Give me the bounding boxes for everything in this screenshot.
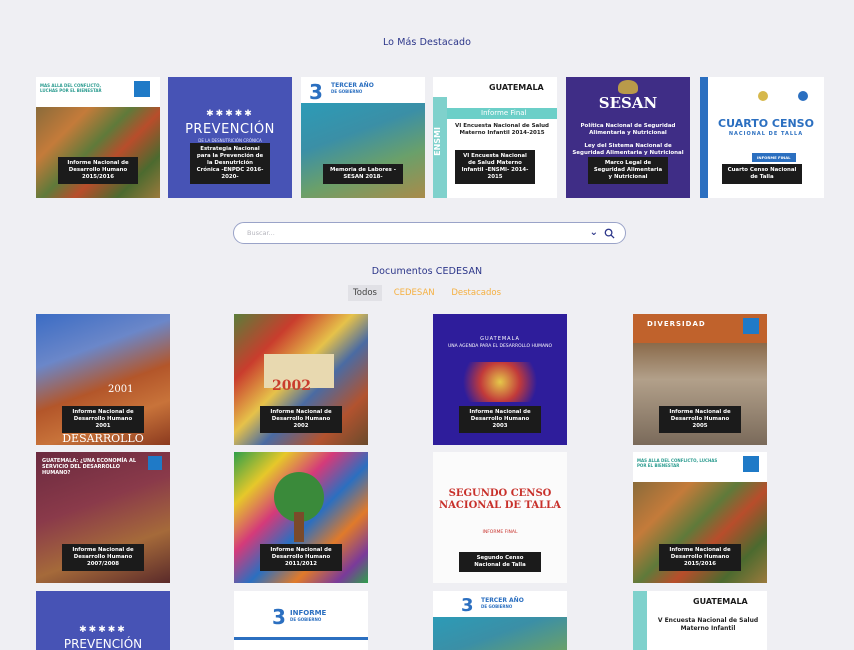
documents-title: Documentos CEDESAN	[371, 266, 483, 277]
featured-card-label: Marco Legal de Seguridad Alimentaria y N…	[588, 157, 668, 184]
document-card-label: Informe Nacional de Desarrollo Humano 20…	[260, 544, 342, 571]
undp-logo	[134, 81, 150, 97]
document-card-label: Informe Nacional de Desarrollo Humano 20…	[62, 406, 144, 433]
search-input[interactable]: Buscar... ⌄	[233, 222, 626, 244]
document-card[interactable]: MAS ALLA DEL CONFLICTO, LUCHAS POR EL BI…	[633, 452, 767, 583]
document-card-label: Informe Nacional de Desarrollo Humano 20…	[659, 544, 741, 571]
document-card-label: Informe Nacional de Desarrollo Humano 20…	[260, 406, 342, 433]
cover-image	[433, 617, 567, 650]
featured-card-label: Estrategia Nacional para la Prevención d…	[190, 143, 270, 184]
filter-all[interactable]: Todos	[348, 285, 382, 301]
document-card[interactable]: 3 INFORME DE GOBIERNO	[234, 591, 368, 650]
featured-card-label: Cuarto Censo Nacional de Talla	[722, 164, 802, 184]
undp-logo	[743, 318, 759, 334]
document-card[interactable]: GUATEMALA UNA AGENDA PARA EL DESARROLLO …	[433, 314, 567, 445]
featured-card[interactable]: SESAN Política Nacional de Seguridad Ali…	[566, 77, 690, 198]
featured-card[interactable]: MAS ALLA DEL CONFLICTO, LUCHAS POR EL BI…	[36, 77, 160, 198]
featured-card-label: Informe Nacional de Desarrollo Humano 20…	[58, 157, 138, 184]
document-card-label: Segundo Censo Nacional de Talla	[459, 552, 541, 572]
document-card[interactable]: DIVERSIDAD Informe Nacional de Desarroll…	[633, 314, 767, 445]
featured-card[interactable]: GUATEMALA ENSMI Informe Final VI Encuest…	[433, 77, 557, 198]
search-icon[interactable]	[604, 228, 615, 239]
cover-image	[36, 107, 160, 198]
undp-logo	[743, 456, 759, 472]
document-card-label: Informe Nacional de Desarrollo Humano 20…	[659, 406, 741, 433]
chevron-down-icon[interactable]: ⌄	[590, 227, 598, 238]
filter-cedesan[interactable]: CEDESAN	[389, 285, 440, 301]
document-card[interactable]: SEGUNDO CENSO NACIONAL DE TALLA INFORME …	[433, 452, 567, 583]
document-card-label: Informe Nacional de Desarrollo Humano 20…	[459, 406, 541, 433]
featured-card[interactable]: CUARTO CENSO NACIONAL DE TALLA INFORME F…	[700, 77, 824, 198]
featured-card[interactable]: ✱✱✱✱✱ PREVENCIÓN DE LA DESNUTRICIÓN CRÓN…	[168, 77, 292, 198]
featured-card-label: Memoria de Labores -SESAN 2018-	[323, 164, 403, 184]
filter-tabs: Todos CEDESAN Destacados	[0, 285, 854, 301]
document-card[interactable]: ✱✱✱✱✱ PREVENCIÓN	[36, 591, 170, 650]
document-card-label: Informe Nacional de Desarrollo Humano 20…	[62, 544, 144, 571]
featured-carousel: MAS ALLA DEL CONFLICTO, LUCHAS POR EL BI…	[36, 77, 824, 198]
document-card[interactable]: 3 TERCER AÑO DE GOBIERNO	[433, 591, 567, 650]
featured-card-label: VI Encuesta Nacional de Salud Materno In…	[455, 150, 535, 184]
undp-logo	[148, 456, 162, 470]
coat-of-arms	[618, 80, 638, 94]
document-card[interactable]: Informe Nacional de Desarrollo Humano 20…	[234, 452, 368, 583]
document-card[interactable]: GUATEMALA: ¿UNA ECONOMÍA AL SERVICIO DEL…	[36, 452, 170, 583]
featured-title: Lo Más Destacado	[382, 37, 472, 48]
document-card[interactable]: 2002 Informe Nacional de Desarrollo Huma…	[234, 314, 368, 445]
featured-card[interactable]: TERCER AÑO DE GOBIERNO 3 Memoria de Labo…	[301, 77, 425, 198]
search-placeholder: Buscar...	[247, 229, 275, 237]
filter-destacados[interactable]: Destacados	[446, 285, 506, 301]
document-card[interactable]: 2001 DESARROLLO Informe Nacional de Desa…	[36, 314, 170, 445]
document-card[interactable]: GUATEMALA V Encuesta Nacional de Salud M…	[633, 591, 767, 650]
